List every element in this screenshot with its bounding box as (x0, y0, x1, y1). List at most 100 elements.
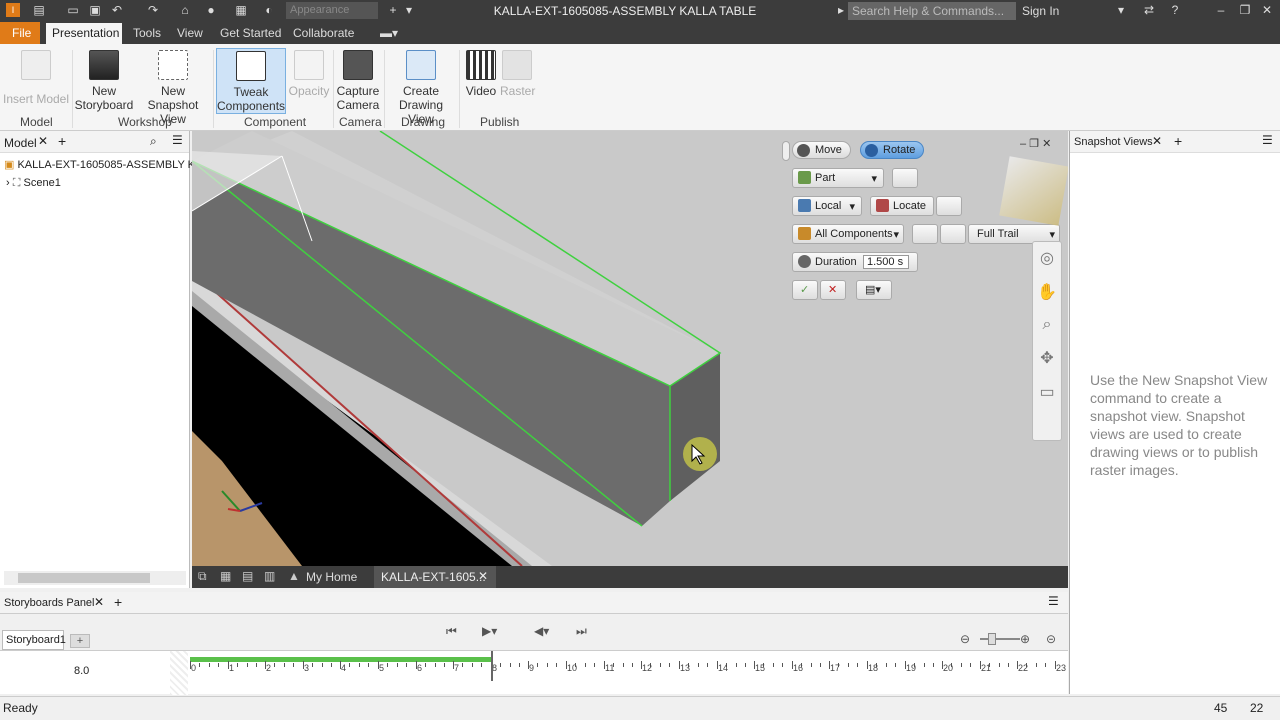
measure-icon[interactable]: ◐ (262, 3, 276, 17)
locate-button[interactable]: Locate (870, 196, 934, 216)
close-icon[interactable]: ✕ (1152, 134, 1162, 148)
tab-storyboard1[interactable]: Storyboard1 (2, 630, 66, 650)
expand-icon[interactable]: › (6, 177, 10, 189)
playhead[interactable] (491, 651, 493, 681)
zoom-icon[interactable]: ⌕ (1033, 316, 1061, 334)
local-dropdown[interactable]: Local ▾ (792, 196, 862, 216)
vertical-icon[interactable]: ▥ (264, 569, 275, 583)
appearance-dropdown[interactable]: Appearance (286, 2, 378, 19)
insert-model-button[interactable]: Insert Model (2, 48, 70, 106)
duration-input[interactable]: 1.500 s (863, 255, 909, 269)
zoom-out-icon[interactable]: ⊖ (960, 632, 970, 646)
go-to-start-icon[interactable]: ⏮ (446, 624, 457, 639)
tree-root[interactable]: ▣ KALLA-EXT-1605085-ASSEMBLY KALL (4, 158, 215, 171)
menu-icon[interactable]: ☰ (172, 133, 183, 147)
tab-file[interactable]: File (0, 22, 40, 44)
snap-button[interactable] (892, 168, 918, 188)
rotate-button[interactable]: Rotate (860, 141, 925, 159)
up-icon[interactable]: ▲ (288, 569, 300, 583)
viewport-window-controls[interactable]: – ❐ ✕ (1020, 137, 1051, 150)
menu-icon[interactable]: ☰ (1048, 594, 1059, 608)
tab-presentation[interactable]: Presentation (46, 23, 122, 44)
tweak-components-button[interactable]: Tweak Components (216, 48, 286, 114)
ribbon-options-icon[interactable]: ▬▾ (380, 26, 398, 40)
remove-trail-button[interactable] (940, 224, 966, 244)
raster-button[interactable]: Raster (500, 48, 535, 98)
add-trail-button[interactable] (912, 224, 938, 244)
opacity-button[interactable]: Opacity (288, 48, 330, 98)
material-icon[interactable]: ● (204, 3, 218, 17)
menu-icon[interactable]: ☰ (1262, 133, 1273, 147)
all-components-dropdown[interactable]: All Components ▾ (792, 224, 904, 244)
tab-tools[interactable]: Tools (133, 26, 161, 40)
open-icon[interactable]: ▭ (66, 3, 80, 17)
settings-button[interactable]: ▤▾ (856, 280, 892, 300)
dropdown-icon[interactable]: ▾ (1114, 3, 1128, 17)
home-icon[interactable]: ⌂ (178, 3, 192, 17)
minimize-icon[interactable]: – (1214, 3, 1228, 17)
separator (384, 50, 385, 128)
tab-storyboards-panel[interactable]: Storyboards Panel (4, 597, 95, 609)
scrollbar-thumb[interactable] (18, 573, 150, 583)
part-dropdown[interactable]: Part ▾ (792, 168, 884, 188)
new-file-icon[interactable]: ▤ (32, 3, 46, 17)
view-face-icon[interactable]: ▭ (1033, 382, 1061, 402)
search-input[interactable]: Search Help & Commands... (848, 2, 1016, 20)
grid-icon[interactable]: ▦ (220, 569, 231, 583)
redo-icon[interactable]: ↷ (146, 3, 160, 17)
search-icon[interactable]: ⌕ (150, 134, 157, 149)
add-icon[interactable]: + (114, 594, 122, 610)
tab-my-home[interactable]: My Home (306, 570, 357, 584)
undo-icon[interactable]: ↶ (110, 3, 124, 17)
close-icon[interactable]: ✕ (478, 569, 488, 583)
graphics-viewport[interactable]: Move Rotate Part ▾ Local ▾ Locate All Comp… (192, 131, 1068, 566)
move-button[interactable]: Move (792, 141, 851, 159)
create-drawing-label-1: Create (402, 84, 440, 98)
zoom-slider[interactable] (980, 633, 1020, 645)
locate-options-button[interactable] (936, 196, 962, 216)
save-icon[interactable]: ▣ (88, 3, 102, 17)
viewcube[interactable] (999, 156, 1068, 226)
add-storyboard-button[interactable]: + (70, 634, 90, 648)
tab-collaborate[interactable]: Collaborate (293, 26, 354, 40)
orbit-icon[interactable]: ✥ (1033, 348, 1061, 368)
capture-camera-button[interactable]: Capture Camera (335, 48, 381, 112)
close-icon[interactable]: ✕ (1260, 3, 1274, 17)
add-icon[interactable]: + (386, 3, 400, 17)
update-icon[interactable]: ▦ (234, 3, 248, 17)
horizontal-icon[interactable]: ▤ (242, 569, 253, 583)
tile-icon[interactable]: ⧉ (198, 569, 207, 584)
tab-model[interactable]: Model (4, 136, 37, 150)
collapse-icon[interactable]: ⊝ (1046, 632, 1056, 646)
timeline-ruler[interactable]: 0 1 2 3 4 5 6 7 8 9 10 11 12 13 14 15 16 17 18 19 20 21 22 23 (190, 655, 1066, 675)
new-storyboard-button[interactable]: New Storyboard (74, 48, 134, 112)
zoom-in-icon[interactable]: ⊕ (1020, 632, 1030, 646)
play-icon[interactable]: ▶▾ (482, 624, 497, 638)
pan-icon[interactable]: ✋ (1033, 282, 1061, 302)
sign-in-link[interactable]: Sign In (1022, 4, 1059, 18)
go-to-end-icon[interactable]: ⏭ (576, 624, 587, 639)
help-icon[interactable]: ? (1168, 3, 1182, 17)
add-icon[interactable]: + (1174, 133, 1182, 149)
tab-view[interactable]: View (177, 26, 203, 40)
steering-wheel-icon[interactable]: ◎ (1033, 248, 1061, 268)
horizontal-scrollbar[interactable] (4, 571, 186, 585)
close-icon[interactable]: ✕ (94, 595, 104, 609)
expand-icon[interactable]: ▸ (834, 3, 848, 17)
close-icon[interactable]: ✕ (38, 134, 48, 148)
local-label: Local (815, 200, 842, 212)
toolbar-grip[interactable] (782, 141, 790, 161)
tab-document[interactable]: KALLA-EXT-1605... ✕ (374, 566, 496, 588)
cancel-button[interactable]: ✕ (820, 280, 846, 300)
cart-icon[interactable]: ⇄ (1142, 3, 1156, 17)
ok-button[interactable]: ✓ (792, 280, 818, 300)
reverse-play-icon[interactable]: ◀▾ (534, 624, 549, 638)
tree-item-scene[interactable]: › ⛶ Scene1 (6, 177, 61, 190)
tab-get-started[interactable]: Get Started (220, 26, 281, 40)
zoom-slider-thumb[interactable] (988, 633, 996, 645)
customize-icon[interactable]: ▾ (402, 3, 416, 17)
tab-snapshot-views[interactable]: Snapshot Views (1074, 136, 1153, 148)
restore-icon[interactable]: ❐ (1238, 3, 1252, 17)
video-button[interactable]: Video (463, 48, 499, 98)
add-icon[interactable]: + (58, 133, 66, 149)
